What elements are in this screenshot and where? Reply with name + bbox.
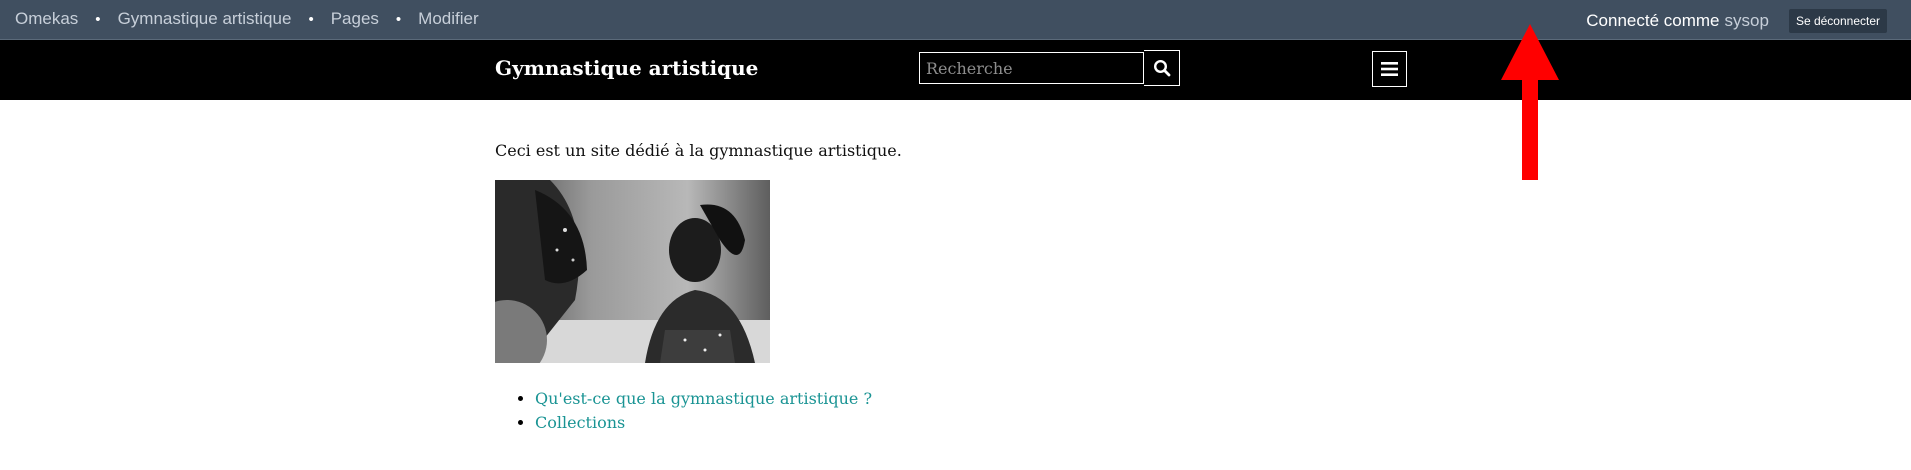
gymnast-photo: [495, 180, 770, 363]
search-form: [919, 50, 1180, 86]
hamburger-icon: [1381, 62, 1398, 76]
logout-button[interactable]: Se déconnecter: [1788, 9, 1887, 33]
breadcrumb-omekas[interactable]: Omekas: [15, 9, 78, 29]
user-session: Connecté comme sysop Se déconnecter: [1586, 9, 1887, 33]
page-links: Qu'est-ce que la gymnastique artistique …: [495, 387, 872, 435]
breadcrumb-site[interactable]: Gymnastique artistique: [118, 9, 292, 29]
list-item: Qu'est-ce que la gymnastique artistique …: [535, 387, 872, 411]
site-header: Gymnastique artistique: [0, 40, 1911, 100]
menu-button[interactable]: [1372, 51, 1407, 87]
search-icon: [1153, 59, 1170, 77]
username-link[interactable]: sysop: [1725, 11, 1769, 31]
search-input[interactable]: [919, 52, 1144, 84]
breadcrumb-pages[interactable]: Pages: [331, 9, 379, 29]
intro-text: Ceci est un site dédié à la gymnastique …: [495, 141, 902, 160]
breadcrumb-separator: •: [308, 10, 314, 28]
link-collections[interactable]: Collections: [535, 413, 625, 432]
admin-bar: Omekas • Gymnastique artistique • Pages …: [0, 0, 1911, 40]
site-title[interactable]: Gymnastique artistique: [495, 56, 758, 80]
connected-label: Connecté comme: [1586, 11, 1720, 30]
link-what-is-gymnastics[interactable]: Qu'est-ce que la gymnastique artistique …: [535, 389, 872, 408]
breadcrumb-separator: •: [395, 10, 402, 28]
breadcrumb: Omekas • Gymnastique artistique • Pages …: [15, 9, 479, 29]
breadcrumb-separator: •: [95, 10, 101, 28]
list-item: Collections: [535, 411, 872, 435]
red-arrow-annotation: [1501, 24, 1559, 180]
breadcrumb-edit[interactable]: Modifier: [418, 9, 478, 29]
search-button[interactable]: [1144, 50, 1180, 86]
